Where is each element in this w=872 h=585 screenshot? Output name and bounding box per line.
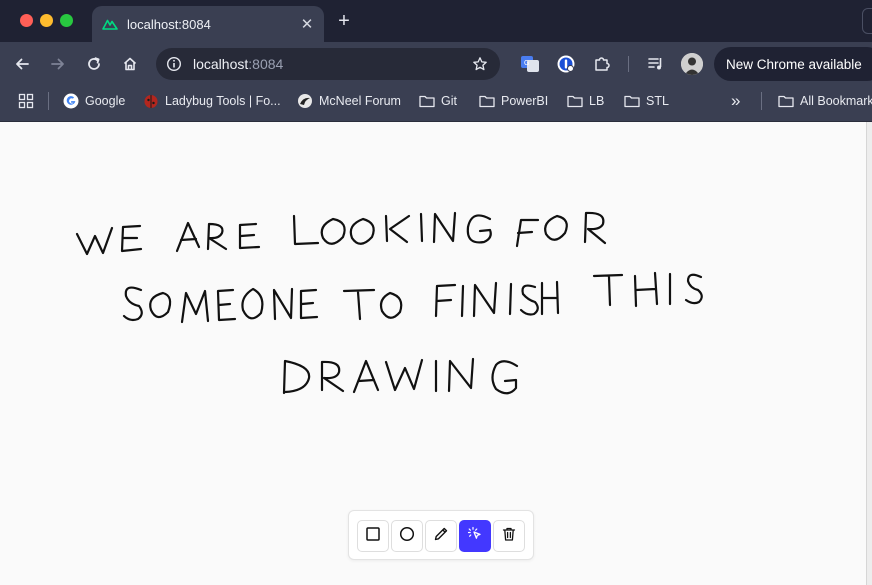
translate-extension-icon[interactable]: G [519,53,541,75]
home-icon[interactable] [116,50,144,78]
bookmark-label: Ladybug Tools | Fo... [165,94,281,108]
toolbar-divider [628,56,629,72]
bookmark-label: LB [589,94,605,108]
password-manager-extension-icon[interactable] [555,53,577,75]
url-text: localhost:8084 [193,56,283,72]
bookmarks-divider [48,92,49,110]
folder-icon [624,93,640,109]
reload-icon[interactable] [80,50,108,78]
nuxt-favicon-icon [102,16,118,32]
tab-close-icon[interactable]: ✕ [294,11,320,37]
bookmark-label: Git [441,94,457,108]
folder-icon [419,93,435,109]
bookmarks-overflow-icon[interactable]: » [731,91,740,110]
profile-avatar[interactable] [681,53,703,75]
bookmark-mcneel-forum[interactable]: McNeel Forum [297,92,401,110]
new-tab-button[interactable]: + [333,10,355,32]
bookmark-google[interactable]: Google [63,92,125,110]
close-window-button[interactable] [20,14,33,27]
bookmark-ladybug-tools[interactable]: Ladybug Tools | Fo... [143,92,281,110]
svg-text:G: G [524,60,529,67]
bookmark-label: All Bookmarks [800,94,872,108]
tab-strip: localhost:8084 ✕ + [0,0,872,42]
bookmark-star-icon[interactable] [470,54,490,74]
bookmark-label: Google [85,94,126,108]
page-scrollbar[interactable] [866,122,872,585]
tab-search-button[interactable] [862,8,872,34]
address-bar[interactable]: localhost:8084 [156,48,500,80]
all-bookmarks-folder[interactable]: All Bookmarks [778,92,872,110]
ladybug-icon [143,93,159,109]
minimize-window-button[interactable] [40,14,53,27]
apps-grid-icon[interactable] [18,92,34,110]
delete-tool-button[interactable] [493,520,525,552]
maximize-window-button[interactable] [60,14,73,27]
bookmark-folder-stl[interactable]: STL [624,92,669,110]
bookmark-folder-lb[interactable]: LB [567,92,604,110]
url-port: :8084 [248,56,284,72]
bookmarks-divider [761,92,762,110]
pencil-icon [433,526,449,547]
mcneel-icon [297,93,313,109]
bookmark-folder-git[interactable]: Git [419,92,457,110]
back-arrow-icon[interactable] [8,50,36,78]
chrome-update-button[interactable]: New Chrome available [714,47,872,81]
bookmark-folder-powerbi[interactable]: PowerBI [479,92,548,110]
circle-icon [399,526,415,547]
extensions-puzzle-icon[interactable] [591,53,613,75]
drawing-toolbar [348,510,534,560]
tab-title: localhost:8084 [127,16,211,32]
folder-icon [479,93,495,109]
browser-tab[interactable]: localhost:8084 ✕ [92,6,324,42]
site-info-icon[interactable] [164,54,184,74]
trash-icon [501,526,517,547]
select-tool-button[interactable] [459,520,491,552]
url-host: localhost [193,56,249,72]
pencil-tool-button[interactable] [425,520,457,552]
bookmark-label: PowerBI [501,94,549,108]
ellipse-tool-button[interactable] [391,520,423,552]
folder-icon [567,93,583,109]
square-icon [365,526,381,547]
google-icon [63,93,79,109]
rectangle-tool-button[interactable] [357,520,389,552]
forward-arrow-icon[interactable] [44,50,72,78]
media-controls-icon[interactable] [645,53,667,75]
bookmark-label: McNeel Forum [319,94,401,108]
cursor-click-icon [467,526,483,547]
bookmark-label: STL [646,94,669,108]
folder-icon [778,93,794,109]
